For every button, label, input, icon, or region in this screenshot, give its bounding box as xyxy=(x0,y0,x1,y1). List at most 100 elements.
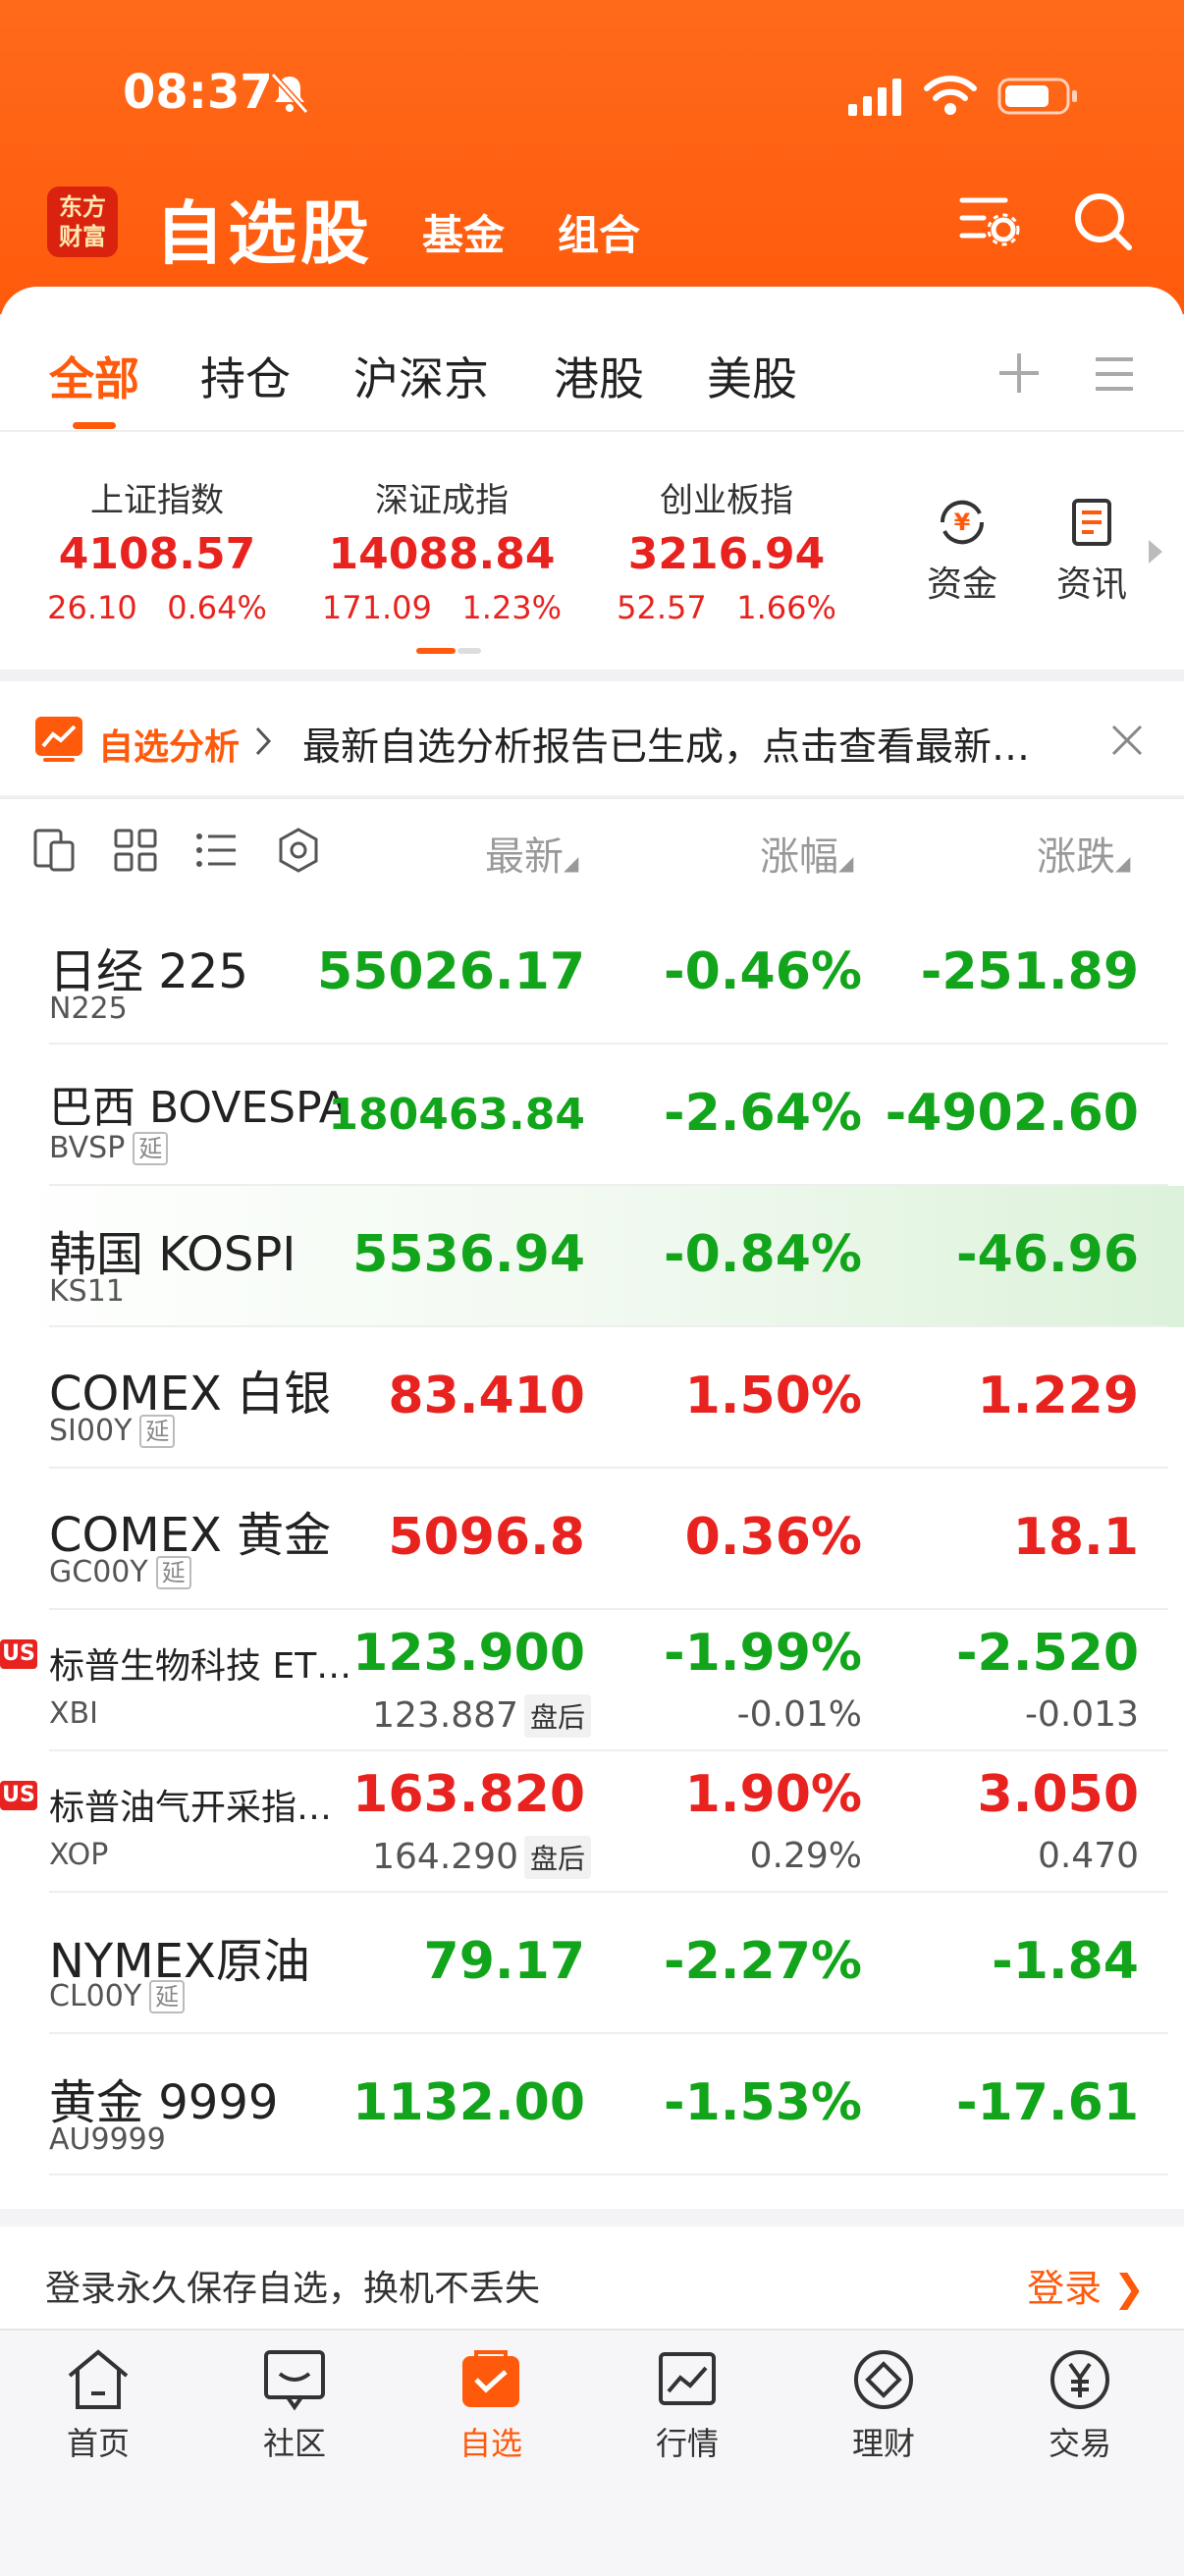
item-code: BVSP 延 xyxy=(49,1131,169,1165)
item-chg: -2.520 xyxy=(955,1624,1139,1683)
analysis-message[interactable]: 最新自选分析报告已生成，点击查看最新… xyxy=(302,717,1088,772)
nav-home[interactable]: 首页 xyxy=(39,2346,157,2464)
delay-badge: 延 xyxy=(133,1131,169,1165)
index-name: 上证指数 xyxy=(90,481,224,520)
list-settings-icon[interactable] xyxy=(958,188,1021,251)
fund-flow-button[interactable]: ¥ 资金 xyxy=(913,495,1011,607)
index-chinext[interactable]: 创业板指 3216.94 52.57 1.66% xyxy=(589,473,864,626)
index-change: 52.57 1.66% xyxy=(617,589,836,626)
nav-wealth[interactable]: 理财 xyxy=(825,2346,942,2464)
news-label: 资讯 xyxy=(1055,564,1127,605)
nav-trade-label: 交易 xyxy=(1048,2425,1111,2462)
index-change: 171.09 1.23% xyxy=(321,589,563,626)
nav-market-label: 行情 xyxy=(655,2425,719,2462)
nav-watchlist[interactable]: 自选 xyxy=(432,2346,550,2464)
wifi-icon xyxy=(924,76,977,115)
search-icon[interactable] xyxy=(1070,188,1135,253)
list-item[interactable]: US 标普油气开采指… XOP 163.820 1.90% 3.050 164.… xyxy=(0,1751,1184,1893)
list-view-icon[interactable] xyxy=(192,827,240,874)
delay-badge: 延 xyxy=(149,1979,186,2013)
delay-badge: 延 xyxy=(139,1414,176,1448)
login-button[interactable]: 登录 ❯ xyxy=(1027,2258,1145,2312)
menu-icon[interactable] xyxy=(1090,349,1139,399)
nav-trade[interactable]: 交易 xyxy=(1021,2346,1139,2464)
item-pct: -0.84% xyxy=(664,1225,862,1284)
item-price: 1132.00 xyxy=(352,2073,585,2132)
settings-icon[interactable] xyxy=(275,827,322,874)
item-code: XBI xyxy=(49,1696,98,1731)
nav-community[interactable]: 社区 xyxy=(236,2346,353,2464)
tab-hk[interactable]: 港股 xyxy=(554,344,644,408)
status-time: 08:37 xyxy=(123,65,273,120)
tab-holdings[interactable]: 持仓 xyxy=(200,344,291,408)
tab-hs[interactable]: 沪深京 xyxy=(353,344,489,408)
item-chg: -46.96 xyxy=(955,1225,1139,1284)
list-item[interactable]: 日经 225 N225 55026.17 -0.46% -251.89 xyxy=(0,903,1184,1045)
list-item[interactable]: 巴西 BOVESPA BVSP 延 180463.84 -2.64% -4902.… xyxy=(0,1045,1184,1186)
fund-flow-icon: ¥ xyxy=(940,500,985,545)
item-code: XOP xyxy=(49,1838,109,1872)
column-latest[interactable]: 最新◢ xyxy=(485,825,578,882)
item-pct: 1.50% xyxy=(684,1367,862,1425)
item-chg: -4902.60 xyxy=(885,1084,1139,1143)
close-icon[interactable] xyxy=(1109,723,1145,758)
item-name: 标普生物科技 ET… xyxy=(49,1646,352,1687)
item-chg: 3.050 xyxy=(977,1765,1139,1824)
index-shenzhen[interactable]: 深证成指 14088.84 171.09 1.23% xyxy=(304,473,579,626)
nav-community-label: 社区 xyxy=(262,2425,326,2462)
after-hours-chg: -0.013 xyxy=(1024,1694,1139,1735)
news-button[interactable]: 资讯 xyxy=(1043,495,1141,607)
tab-us[interactable]: 美股 xyxy=(707,344,797,408)
tab-combo[interactable]: 组合 xyxy=(558,202,640,262)
list-header xyxy=(0,797,1184,905)
add-icon[interactable] xyxy=(992,346,1047,401)
more-arrow-icon[interactable] xyxy=(1145,538,1166,565)
battery-icon xyxy=(997,78,1077,115)
item-code: GC00Y 延 xyxy=(49,1555,191,1589)
list-item-highlighted[interactable]: 韩国 KOSPI KS11 5536.94 -0.84% -46.96 xyxy=(0,1186,1184,1327)
bell-muted-icon xyxy=(270,72,309,115)
item-chg: -1.84 xyxy=(992,1932,1139,1991)
list-item[interactable]: US 标普生物科技 ET… XBI 123.900 -1.99% -2.520 … xyxy=(0,1610,1184,1751)
item-code: AU9999 xyxy=(49,2122,166,2157)
item-price: 5536.94 xyxy=(352,1225,585,1284)
community-icon xyxy=(264,2350,325,2411)
row-divider xyxy=(49,2174,1168,2175)
logo-text-top: 东方 xyxy=(59,193,106,221)
column-chg[interactable]: 涨跌◢ xyxy=(1037,825,1130,882)
delay-badge: 延 xyxy=(155,1555,191,1589)
index-value: 4108.57 xyxy=(58,529,256,579)
bottom-nav xyxy=(0,2329,1184,2576)
us-market-badge: US xyxy=(0,1639,37,1669)
index-shanghai[interactable]: 上证指数 4108.57 26.10 0.64% xyxy=(20,473,295,626)
grid-view-icon[interactable] xyxy=(112,827,159,874)
app-logo: 东方 财富 xyxy=(47,187,118,257)
list-item[interactable]: COMEX 黄金 GC00Y 延 5096.8 0.36% 18.1 xyxy=(0,1469,1184,1610)
item-price: 83.410 xyxy=(388,1367,585,1425)
column-pct[interactable]: 涨幅◢ xyxy=(760,825,853,882)
nav-watchlist-label: 自选 xyxy=(458,2425,522,2462)
watchlist: 日经 225 N225 55026.17 -0.46% -251.89 巴西 B… xyxy=(0,903,1184,2209)
list-item[interactable]: COMEX 白银 SI00Y 延 83.410 1.50% 1.229 xyxy=(0,1327,1184,1469)
tab-all[interactable]: 全部 xyxy=(49,344,139,408)
item-name: 标普油气开采指… xyxy=(49,1788,333,1828)
edit-list-icon[interactable] xyxy=(31,827,79,874)
item-name: 巴西 BOVESPA xyxy=(49,1083,349,1133)
after-hours-pct: -0.01% xyxy=(736,1694,862,1735)
item-chg: 18.1 xyxy=(1012,1508,1139,1567)
logo-text-bottom: 财富 xyxy=(59,223,106,250)
home-icon xyxy=(68,2349,129,2409)
login-hint: 登录永久保存自选，换机不丢失 xyxy=(45,2269,541,2309)
nav-market[interactable]: 行情 xyxy=(628,2346,746,2464)
list-item[interactable]: 黄金 9999 AU9999 1132.00 -1.53% -17.61 xyxy=(0,2034,1184,2175)
item-code: KS11 xyxy=(49,1274,125,1309)
watchlist-icon xyxy=(462,2350,519,2407)
list-item[interactable]: NYMEX原油 CL00Y 延 79.17 -2.27% -1.84 xyxy=(0,1893,1184,2034)
tab-fund[interactable]: 基金 xyxy=(422,202,505,262)
index-pager xyxy=(416,648,481,654)
item-price: 5096.8 xyxy=(388,1508,585,1567)
after-hours-pct: 0.29% xyxy=(749,1836,862,1876)
after-hours-chg: 0.470 xyxy=(1037,1836,1139,1876)
item-price: 180463.84 xyxy=(328,1090,585,1140)
fund-flow-label: 资金 xyxy=(926,564,997,605)
